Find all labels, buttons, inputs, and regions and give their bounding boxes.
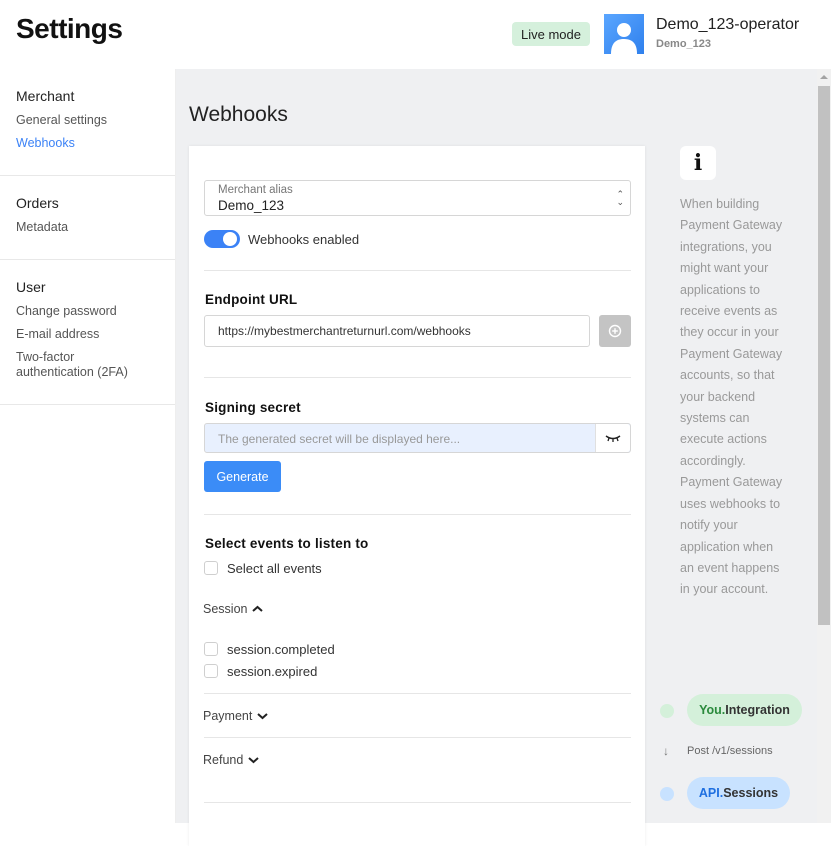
event-group-session-toggle[interactable]: Session (203, 602, 264, 616)
events-heading: Select events to listen to (205, 536, 369, 551)
merchant-alias-select[interactable]: Merchant alias Demo_123 ⌃ ⌄ (204, 180, 631, 216)
event-group-payment-toggle[interactable]: Payment (203, 709, 269, 723)
user-icon (611, 23, 637, 54)
event-group-name: Payment (203, 709, 253, 723)
divider (204, 737, 631, 738)
signing-secret-input[interactable]: The generated secret will be displayed h… (204, 423, 631, 453)
event-group-name: Session (203, 602, 248, 616)
sidebar-item-general-settings[interactable]: General settings (16, 113, 159, 128)
sidebar-item-email-address[interactable]: E-mail address (16, 327, 159, 342)
event-label: session.expired (227, 664, 318, 679)
webhooks-card: Merchant alias Demo_123 ⌃ ⌄ Webhooks enab… (189, 146, 645, 846)
flow-arrow-label: Post /v1/sessions (687, 745, 773, 757)
select-arrows-icon: ⌃ ⌄ (616, 189, 624, 207)
flow-name: Integration (725, 703, 790, 717)
sidebar-heading: Orders (16, 195, 59, 211)
divider (204, 802, 631, 803)
sidebar-item-2fa[interactable]: Two-factor authentication (2FA) (16, 350, 136, 380)
flow-pill-sessions: API. Sessions (687, 777, 790, 809)
toggle-knob (223, 232, 237, 246)
event-label: session.completed (227, 642, 335, 657)
select-all-label: Select all events (227, 561, 322, 576)
event-group-name: Refund (203, 753, 244, 767)
app-title: Settings (16, 13, 123, 44)
generate-button[interactable]: Generate (204, 461, 281, 492)
webhooks-enabled-label: Webhooks enabled (248, 232, 360, 247)
sidebar-item-metadata[interactable]: Metadata (16, 220, 159, 235)
sidebar-group-user: User Change password E-mail address Two-… (0, 260, 175, 405)
add-endpoint-button[interactable] (599, 315, 631, 347)
flow-prefix: You. (699, 703, 726, 717)
info-text: When building Payment Gateway integratio… (680, 197, 783, 597)
flow-name: Sessions (723, 786, 779, 800)
event-group-refund-toggle[interactable]: Refund (203, 753, 260, 767)
divider (204, 693, 631, 694)
chevron-down-icon (257, 713, 269, 720)
divider (204, 270, 631, 271)
signing-secret-heading: Signing secret (205, 400, 301, 415)
flow-dot-sessions (660, 787, 674, 801)
select-all-checkbox[interactable] (204, 561, 218, 575)
webhooks-enabled-toggle[interactable] (204, 230, 240, 248)
scrollbar-thumb[interactable] (818, 86, 830, 625)
sidebar-heading: User (16, 279, 46, 295)
main-content: Webhooks Merchant alias Demo_123 ⌃ ⌄ Webh… (176, 69, 817, 846)
endpoint-url-heading: Endpoint URL (205, 292, 298, 307)
sidebar-group-orders: Orders Metadata (0, 176, 175, 260)
sidebar-item-change-password[interactable]: Change password (16, 304, 159, 319)
page-title: Webhooks (189, 103, 288, 126)
eye-closed-icon (605, 435, 621, 442)
scrollbar[interactable] (817, 69, 831, 823)
info-icon: i (680, 146, 716, 180)
signing-secret-placeholder: The generated secret will be displayed h… (218, 432, 461, 446)
sidebar-item-webhooks[interactable]: Webhooks (16, 136, 159, 151)
endpoint-url-input[interactable]: https://mybestmerchantreturnurl.com/webh… (204, 315, 590, 347)
divider (204, 377, 631, 378)
plus-circle-icon (608, 324, 622, 338)
live-mode-badge[interactable]: Live mode (512, 22, 590, 46)
event-checkbox-session-completed[interactable] (204, 642, 218, 656)
flow-dot-integration (660, 704, 674, 718)
flow-pill-integration: You. Integration (687, 694, 802, 726)
chevron-up-icon (252, 605, 264, 612)
toggle-visibility-button[interactable] (595, 424, 630, 452)
arrow-down-icon: ↓ (663, 744, 669, 758)
user-merchant: Demo_123 (656, 38, 712, 50)
user-name: Demo_123-operator (656, 16, 800, 33)
divider (204, 514, 631, 515)
sidebar-heading: Merchant (16, 88, 75, 104)
event-checkbox-session-expired[interactable] (204, 664, 218, 678)
sidebar: Merchant General settings Webhooks Order… (0, 69, 176, 823)
chevron-down-icon (248, 757, 259, 764)
sidebar-group-merchant: Merchant General settings Webhooks (0, 69, 175, 176)
merchant-alias-label: Merchant alias (218, 184, 293, 196)
top-bar: Settings Live mode Demo_123-operator Dem… (0, 0, 831, 69)
scroll-up-arrow-icon[interactable] (820, 75, 828, 79)
flow-prefix: API. (698, 786, 724, 800)
avatar[interactable] (604, 14, 644, 54)
merchant-alias-value: Demo_123 (218, 198, 285, 213)
